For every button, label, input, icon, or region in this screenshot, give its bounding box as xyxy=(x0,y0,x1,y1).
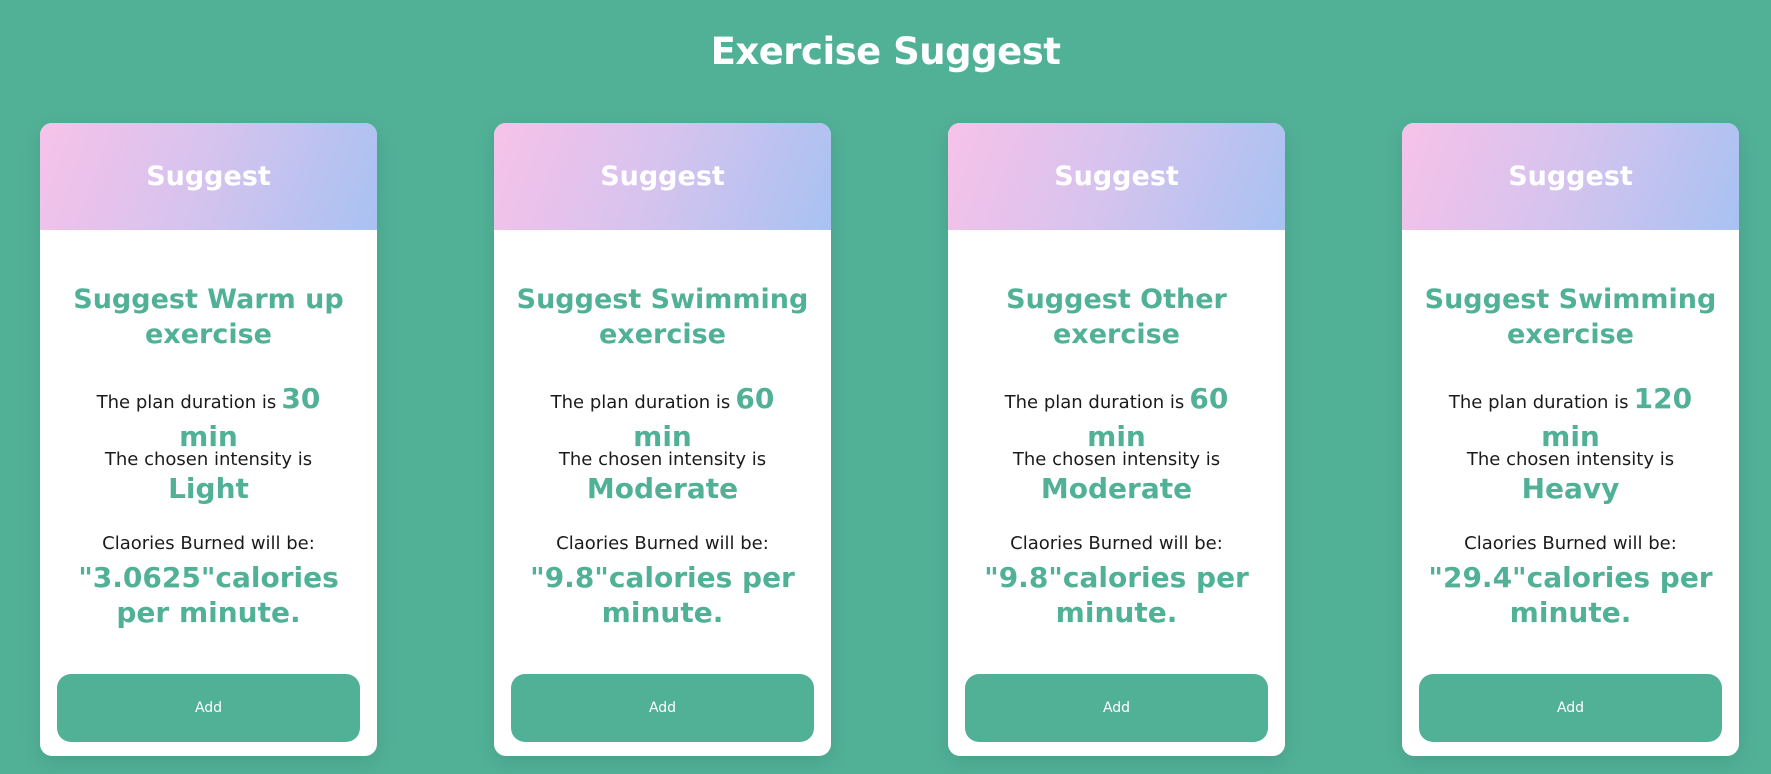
duration-value: 120 xyxy=(1633,382,1693,415)
suggestion-card: Suggest Suggest Other exercise The plan … xyxy=(948,123,1285,756)
duration-block: The plan duration is 60 min xyxy=(508,382,817,454)
card-header-title: Suggest xyxy=(1508,161,1633,192)
duration-label: The plan duration is xyxy=(550,392,731,413)
duration-block: The plan duration is 120 min xyxy=(1416,382,1725,454)
card-header-title: Suggest xyxy=(146,161,271,192)
add-button[interactable]: Add xyxy=(511,674,814,742)
suggestion-card: Suggest Suggest Swimming exercise The pl… xyxy=(1402,123,1739,756)
duration-block: The plan duration is 60 min xyxy=(962,382,1271,454)
add-button[interactable]: Add xyxy=(57,674,360,742)
duration-label: The plan duration is xyxy=(1448,392,1629,413)
suggestion-card: Suggest Suggest Swimming exercise The pl… xyxy=(494,123,831,756)
calories-value: "29.4"calories per minute. xyxy=(1428,561,1713,629)
duration-block: The plan duration is 30 min xyxy=(54,382,363,454)
intensity-value: Moderate xyxy=(586,472,739,505)
card-body: Suggest Warm up exercise The plan durati… xyxy=(40,282,377,630)
intensity-label: The chosen intensity is xyxy=(1012,449,1221,470)
intensity-value: Heavy xyxy=(1521,472,1620,505)
intensity-label: The chosen intensity is xyxy=(104,449,313,470)
card-header: Suggest xyxy=(494,123,831,230)
duration-label: The plan duration is xyxy=(1004,392,1185,413)
calories-value: "9.8"calories per minute. xyxy=(530,561,795,629)
exercise-title: Suggest Other exercise xyxy=(1006,284,1227,350)
exercise-title: Suggest Swimming exercise xyxy=(516,284,809,350)
add-button[interactable]: Add xyxy=(965,674,1268,742)
add-button[interactable]: Add xyxy=(1419,674,1722,742)
card-header: Suggest xyxy=(948,123,1285,230)
duration-value: 60 xyxy=(1189,382,1229,415)
card-header-title: Suggest xyxy=(1054,161,1179,192)
exercise-title: Suggest Warm up exercise xyxy=(73,284,344,350)
card-header: Suggest xyxy=(40,123,377,230)
calories-label: Claories Burned will be: xyxy=(556,533,769,554)
duration-value: 30 xyxy=(281,382,321,415)
exercise-title: Suggest Swimming exercise xyxy=(1424,284,1717,350)
intensity-value: Moderate xyxy=(1040,472,1193,505)
card-body: Suggest Swimming exercise The plan durat… xyxy=(494,282,831,630)
card-header: Suggest xyxy=(1402,123,1739,230)
card-body: Suggest Swimming exercise The plan durat… xyxy=(1402,282,1739,630)
duration-label: The plan duration is xyxy=(96,392,277,413)
suggestion-card: Suggest Suggest Warm up exercise The pla… xyxy=(40,123,377,756)
calories-value: "3.0625"calories per minute. xyxy=(78,561,339,629)
calories-label: Claories Burned will be: xyxy=(1010,533,1223,554)
card-body: Suggest Other exercise The plan duration… xyxy=(948,282,1285,630)
intensity-label: The chosen intensity is xyxy=(558,449,767,470)
calories-label: Claories Burned will be: xyxy=(1464,533,1677,554)
calories-value: "9.8"calories per minute. xyxy=(984,561,1249,629)
duration-value: 60 xyxy=(735,382,775,415)
intensity-label: The chosen intensity is xyxy=(1466,449,1675,470)
intensity-value: Light xyxy=(168,472,249,505)
suggestion-cards: Suggest Suggest Warm up exercise The pla… xyxy=(0,0,1771,774)
card-header-title: Suggest xyxy=(600,161,725,192)
calories-label: Claories Burned will be: xyxy=(102,533,315,554)
